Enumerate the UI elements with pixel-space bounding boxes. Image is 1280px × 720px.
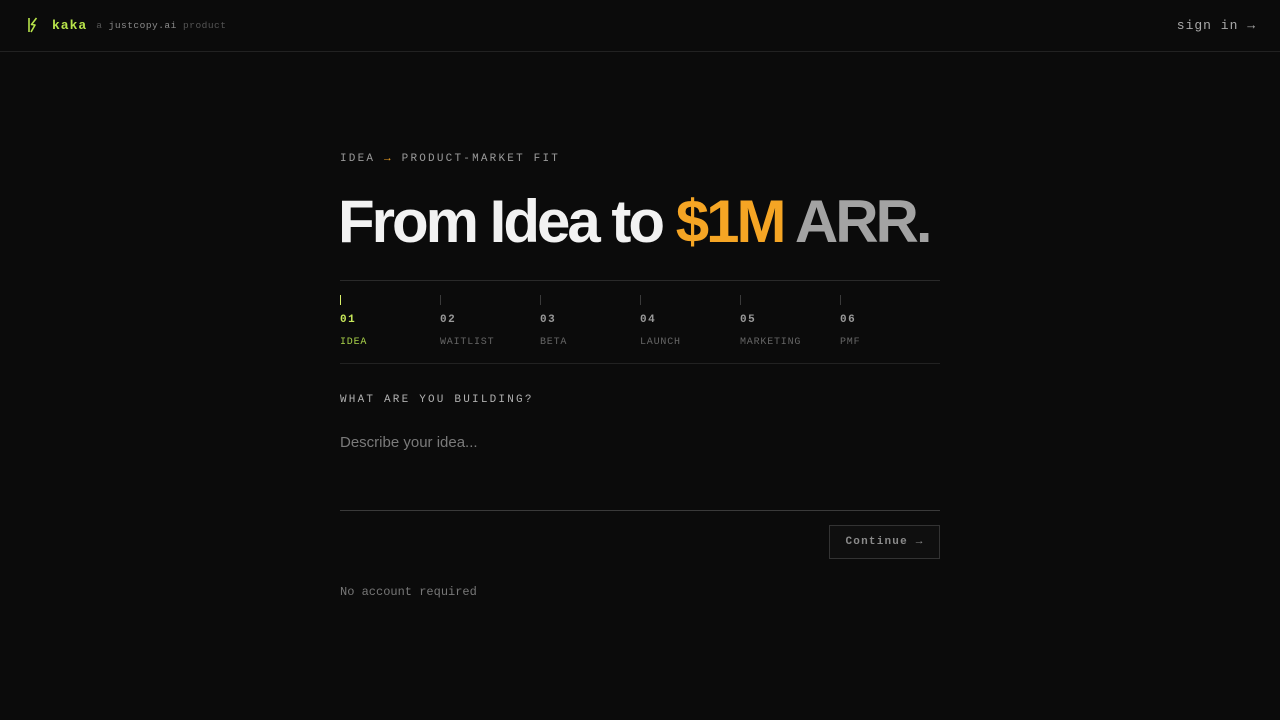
step-marker <box>540 295 541 305</box>
step-label: IDEA <box>340 337 368 348</box>
headline-accent: $1M <box>675 188 787 255</box>
step-beta[interactable]: 03 BETA <box>540 281 640 363</box>
step-marker <box>640 295 641 305</box>
brand-name: kaka <box>52 17 88 33</box>
page-title: From Idea to $1M ARR. <box>338 187 933 257</box>
headline-part1: From Idea to <box>338 188 676 255</box>
progress-steps: 01 IDEA 02 WAITLIST 03 BETA 04 LAUNCH 05… <box>340 280 940 364</box>
step-marker <box>340 295 341 305</box>
step-label: PMF <box>840 337 861 348</box>
step-number: 06 <box>840 314 857 326</box>
step-idea[interactable]: 01 IDEA <box>340 281 440 363</box>
tagline-suffix: product <box>183 19 227 31</box>
step-pmf[interactable]: 06 PMF <box>840 281 940 363</box>
step-number: 03 <box>540 314 557 326</box>
eyebrow-start: IDEA <box>340 153 376 165</box>
step-marker <box>740 295 741 305</box>
step-number: 04 <box>640 314 657 326</box>
step-marker <box>840 295 841 305</box>
eyebrow: IDEA → PRODUCT-MARKET FIT <box>340 153 560 165</box>
step-label: LAUNCH <box>640 337 681 348</box>
step-number: 01 <box>340 314 357 326</box>
step-label: BETA <box>540 337 568 348</box>
tagline-company: justcopy.ai <box>108 19 177 31</box>
headline-part2: ARR. <box>783 188 933 255</box>
top-bar: kaka a justcopy.ai product sign in → <box>0 0 1280 52</box>
idea-prompt-label: WHAT ARE YOU BUILDING? <box>340 394 534 406</box>
eyebrow-end: PRODUCT-MARKET FIT <box>401 153 561 165</box>
step-launch[interactable]: 04 LAUNCH <box>640 281 740 363</box>
sign-in-link[interactable]: sign in → <box>1177 18 1256 33</box>
step-marketing[interactable]: 05 MARKETING <box>740 281 840 363</box>
no-account-note: No account required <box>340 585 477 599</box>
step-marker <box>440 295 441 305</box>
brand-tagline: a justcopy.ai product <box>96 20 226 31</box>
step-waitlist[interactable]: 02 WAITLIST <box>440 281 540 363</box>
k-bolt-logo-icon <box>28 17 38 33</box>
step-label: MARKETING <box>740 337 802 348</box>
step-number: 05 <box>740 314 757 326</box>
step-number: 02 <box>440 314 457 326</box>
tagline-prefix: a <box>96 19 103 31</box>
continue-button[interactable]: Continue → <box>829 525 940 559</box>
brand[interactable]: kaka a justcopy.ai product <box>27 17 226 33</box>
idea-input[interactable] <box>340 424 940 511</box>
step-label: WAITLIST <box>440 337 495 348</box>
eyebrow-arrow: → <box>384 153 393 165</box>
